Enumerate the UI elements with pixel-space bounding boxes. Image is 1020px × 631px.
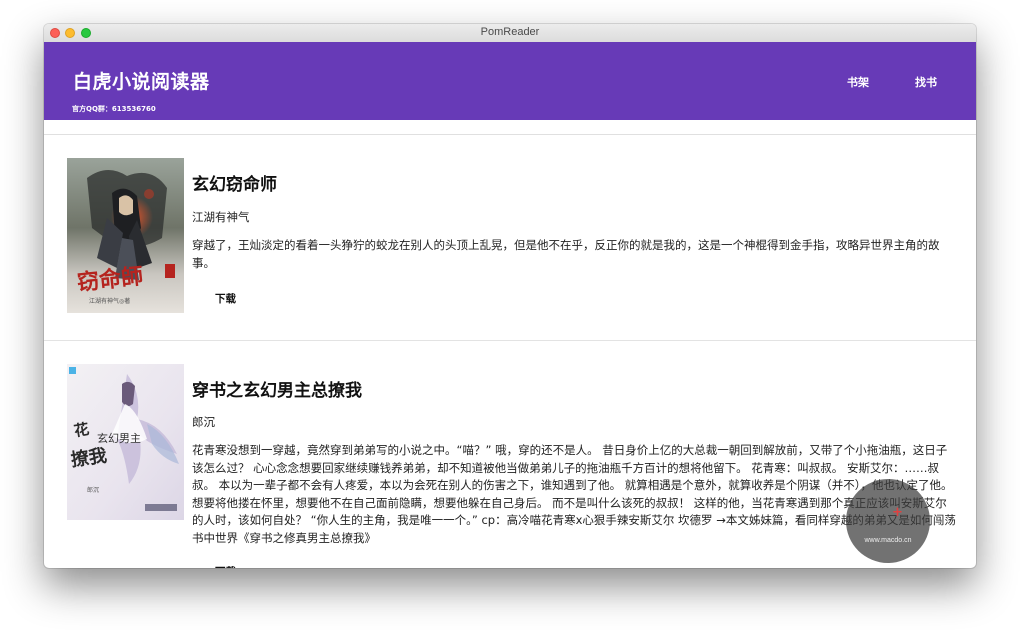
nav-bookshelf-button[interactable]: 书架 (847, 74, 869, 90)
book-title[interactable]: 玄幻窃命师 (192, 170, 277, 195)
cover-author-text: 郎沉 (87, 486, 99, 494)
svg-text:玄幻男主: 玄幻男主 (97, 431, 141, 445)
cover-title-text: 花 (73, 420, 91, 440)
download-button[interactable]: 下载 (215, 291, 236, 306)
window-title: PomReader (480, 26, 540, 38)
download-button[interactable]: 下载 (215, 564, 236, 568)
app-window: PomReader 白虎小说阅读器 官方QQ群：613536760 书架 找书 (44, 24, 976, 568)
book-cover-image[interactable]: 花 撩我 玄幻男主 郎沉 (67, 364, 184, 520)
book-title[interactable]: 穿书之玄幻男主总撩我 (192, 376, 362, 401)
watermark-text: www.macdo.cn (864, 537, 912, 544)
book-author: 郎沉 (192, 415, 215, 429)
nav-find-books-button[interactable]: 找书 (915, 74, 937, 90)
divider (44, 134, 976, 135)
book-description: 穿越了，王灿淡定的看着一头狰狞的蛟龙在别人的头顶上乱晃，但是他不在乎，反正你的就… (192, 238, 940, 270)
cover-author-text: 江湖有神气◎著 (89, 297, 130, 305)
divider (44, 340, 976, 341)
book-cover-image[interactable]: 窃命師 江湖有神气◎著 (67, 158, 184, 313)
app-header: 白虎小说阅读器 官方QQ群：613536760 书架 找书 (44, 42, 976, 120)
window-titlebar[interactable]: PomReader (44, 24, 976, 43)
app-title: 白虎小说阅读器 (73, 71, 210, 93)
watermark-badge: + www.macdo.cn (846, 479, 930, 563)
qq-group-label: 官方QQ群：613536760 (72, 105, 156, 113)
plus-icon: + (892, 505, 903, 520)
book-description: 花青寒没想到一穿越，竟然穿到弟弟写的小说之中。“喵？” 哦，穿的还不是人。 昔日… (192, 443, 956, 545)
book-author: 江湖有神气 (192, 210, 250, 224)
